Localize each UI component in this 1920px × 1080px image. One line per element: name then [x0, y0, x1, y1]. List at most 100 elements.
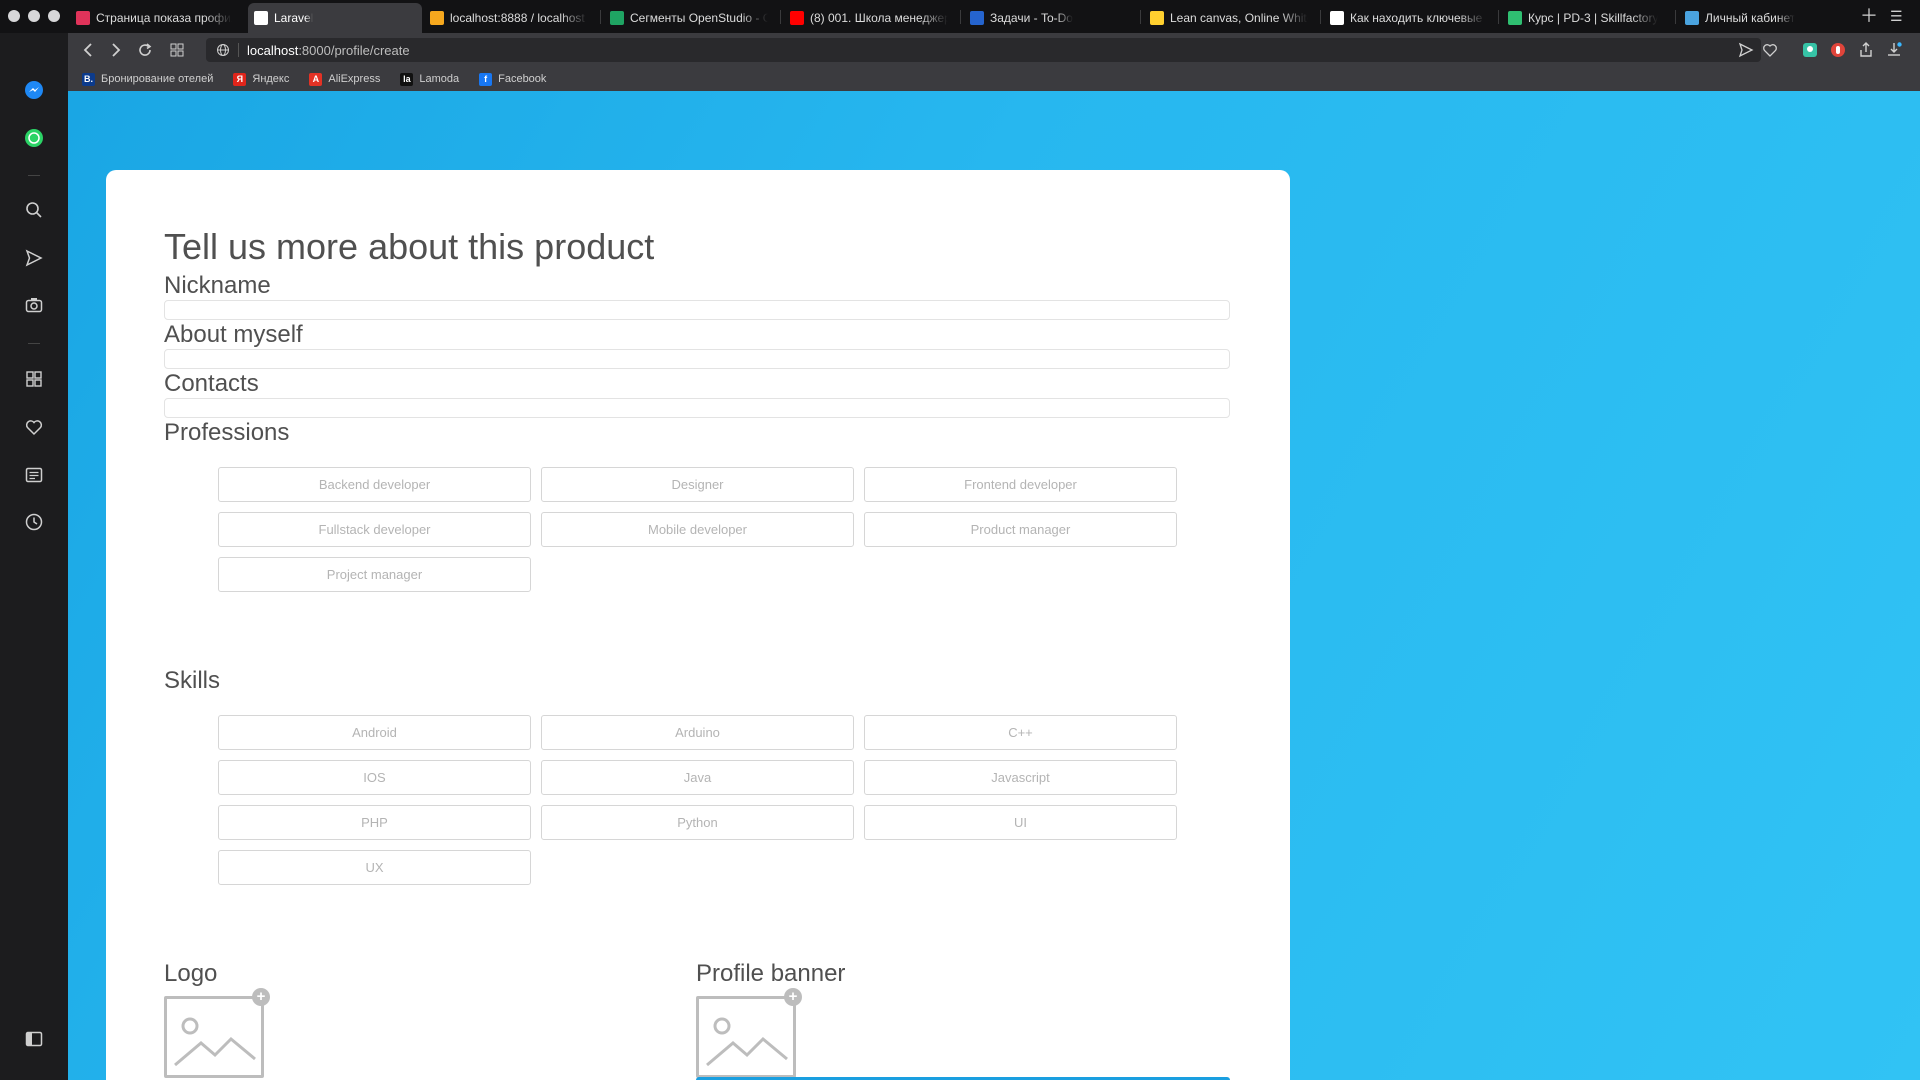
minimize-window-button[interactable]: [28, 10, 40, 22]
send-button[interactable]: [1736, 41, 1756, 59]
sidebar-history[interactable]: [22, 510, 46, 534]
plus-icon: +: [788, 988, 798, 1005]
profession-option[interactable]: Project manager: [218, 557, 531, 592]
tab-separator: [960, 10, 961, 24]
reload-button[interactable]: [134, 39, 156, 61]
url-text: localhost:8000/profile/create: [247, 43, 410, 58]
professions-grid: Backend developer Designer Frontend develo…: [218, 467, 1178, 592]
sheets-icon: [610, 11, 624, 25]
news-icon: [25, 467, 43, 483]
new-tab-button[interactable]: ＋: [1860, 6, 1878, 26]
tab-label: Laravel: [274, 11, 314, 25]
bookmark-item[interactable]: B. Бронирование отелей: [82, 72, 214, 86]
whatsapp-icon: [25, 129, 43, 147]
skill-option[interactable]: Arduino: [541, 715, 854, 750]
nickname-input[interactable]: [164, 300, 1230, 320]
profile-form-card: Tell us more about this product Nickname…: [106, 170, 1290, 1080]
forward-button[interactable]: [104, 39, 126, 61]
back-button[interactable]: [78, 39, 100, 61]
logo-add-button[interactable]: +: [252, 988, 270, 1006]
tab-9[interactable]: Курс | PD-3 | Skillfactory: [1502, 3, 1672, 33]
profession-option[interactable]: Backend developer: [218, 467, 531, 502]
aliexpress-icon: A: [309, 72, 323, 86]
page-icon: [76, 11, 90, 25]
page-title: Tell us more about this product: [164, 226, 655, 267]
reload-icon: [139, 43, 152, 56]
skill-option[interactable]: UI: [864, 805, 1177, 840]
tab-bar: Страница показа профиля Laravel localhost:…: [0, 0, 1920, 33]
tab-8[interactable]: Как находить ключевые метрики: [1324, 3, 1494, 33]
bookmark-item[interactable]: la Lamoda: [400, 72, 459, 86]
tab-1[interactable]: Страница показа профиля: [70, 3, 240, 33]
bookmark-heart-button[interactable]: [1760, 41, 1780, 59]
sidebar-messenger[interactable]: [22, 78, 46, 102]
profession-option[interactable]: Product manager: [864, 512, 1177, 547]
zoom-window-button[interactable]: [48, 10, 60, 22]
share-icon: [1860, 42, 1872, 57]
vpn-extension-button[interactable]: [1800, 41, 1820, 59]
bookmarks-bar: B. Бронирование отелей Я Яндекс A AliExpress l…: [68, 67, 1920, 91]
sidebar-flow[interactable]: [22, 246, 46, 270]
camera-icon: [25, 298, 43, 313]
skill-option[interactable]: Java: [541, 760, 854, 795]
tab-4[interactable]: Сегменты OpenStudio - Google: [604, 3, 776, 33]
sidebar-speed-dial[interactable]: [22, 367, 46, 391]
downloads-button[interactable]: [1884, 41, 1904, 59]
sidebar-divider: [28, 343, 40, 344]
skill-option[interactable]: PHP: [218, 805, 531, 840]
skill-option[interactable]: IOS: [218, 760, 531, 795]
tab-6[interactable]: Задачи - To-Do: [964, 3, 1136, 33]
sidebar-news[interactable]: [22, 463, 46, 487]
logo-label: Logo: [164, 960, 218, 987]
profession-option[interactable]: Frontend developer: [864, 467, 1177, 502]
tab-label: Задачи - To-Do: [990, 11, 1073, 25]
tab-2[interactable]: Laravel: [248, 3, 422, 33]
banner-upload[interactable]: [696, 996, 796, 1078]
sidebar-divider: [28, 175, 40, 176]
url-path: :8000/profile/create: [298, 42, 410, 58]
bookmark-label: Бронирование отелей: [101, 73, 214, 85]
close-window-button[interactable]: [8, 10, 20, 22]
banner-add-button[interactable]: +: [784, 988, 802, 1006]
lamoda-icon: la: [400, 72, 414, 86]
bookmark-item[interactable]: Я Яндекс: [233, 72, 290, 86]
tab-menu-icon[interactable]: ☰: [1890, 6, 1903, 26]
tab-label: Курс | PD-3 | Skillfactory: [1528, 11, 1659, 25]
tab-7[interactable]: Lean canvas, Online Whiteboard: [1144, 3, 1316, 33]
sidebar-whatsapp[interactable]: [22, 126, 46, 150]
profession-option[interactable]: Designer: [541, 467, 854, 502]
bookmark-label: Facebook: [498, 73, 547, 85]
sidebar-toggle[interactable]: [22, 1027, 46, 1051]
tab-3[interactable]: localhost:8888 / localhost / ...: [424, 3, 596, 33]
skill-option[interactable]: Android: [218, 715, 531, 750]
about-input[interactable]: [164, 349, 1230, 369]
logo-upload[interactable]: [164, 996, 264, 1078]
share-button[interactable]: [1856, 41, 1876, 59]
globe-icon: [1685, 11, 1699, 25]
sidebar-bookmarks[interactable]: [22, 415, 46, 439]
profession-option[interactable]: Fullstack developer: [218, 512, 531, 547]
sidebar-toggle-icon: [25, 1031, 43, 1047]
skill-option[interactable]: UX: [218, 850, 531, 885]
url-field[interactable]: localhost:8000/profile/create: [206, 38, 1761, 62]
tab-5[interactable]: (8) 001. Школа менеджеров: [784, 3, 956, 33]
profession-option[interactable]: Mobile developer: [541, 512, 854, 547]
messenger-icon: [25, 81, 43, 99]
speed-dial-button[interactable]: [166, 39, 188, 61]
todo-icon: [970, 11, 984, 25]
bookmark-label: Яндекс: [252, 73, 290, 85]
sidebar-snapshot[interactable]: [22, 293, 46, 317]
skill-option[interactable]: Python: [541, 805, 854, 840]
tab-label: Как находить ключевые метрики: [1350, 11, 1486, 25]
skills-grid: Android Arduino C++ IOS Java Javascript PHP Pyt…: [218, 715, 1178, 885]
bookmark-item[interactable]: f Facebook: [479, 72, 547, 86]
skill-option[interactable]: Javascript: [864, 760, 1177, 795]
bookmark-item[interactable]: A AliExpress: [309, 72, 380, 86]
phpmyadmin-icon: [430, 11, 444, 25]
tab-label: Lean canvas, Online Whiteboard: [1170, 11, 1308, 25]
skill-option[interactable]: C++: [864, 715, 1177, 750]
sidebar-search[interactable]: [22, 198, 46, 222]
adblock-extension-button[interactable]: [1828, 41, 1848, 59]
tab-10[interactable]: Личный кабинет: [1679, 3, 1849, 33]
contacts-input[interactable]: [164, 398, 1230, 418]
